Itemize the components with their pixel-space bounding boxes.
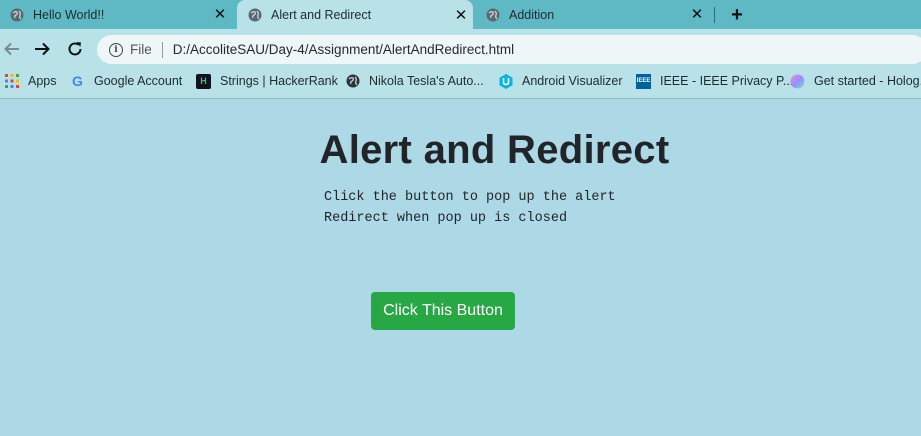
info-icon[interactable]: i <box>109 42 123 57</box>
bookmark-ieee[interactable]: IEEE IEEE - IEEE Privacy P... <box>636 68 793 94</box>
bookmark-nikola-tesla[interactable]: Nikola Tesla's Auto... <box>345 68 484 94</box>
address-separator <box>161 41 163 58</box>
tab-addition[interactable]: Addition ✕ <box>486 0 705 29</box>
bookmark-label: Get started - Holog... <box>814 74 921 88</box>
url-text: D:/AccoliteSAU/Day-4/Assignment/AlertAnd… <box>172 42 515 57</box>
bookmark-label: Apps <box>28 74 57 88</box>
globe-icon <box>10 8 24 22</box>
forward-arrow-icon <box>35 42 50 56</box>
bookmark-label: IEEE - IEEE Privacy P... <box>660 74 794 88</box>
globe-icon <box>248 8 262 22</box>
bookmark-get-started[interactable]: Get started - Holog... <box>790 68 921 94</box>
reload-button[interactable] <box>64 38 86 60</box>
bookmark-label: Nikola Tesla's Auto... <box>369 74 484 88</box>
holographic-icon <box>790 74 805 89</box>
bookmark-label: Android Visualizer <box>522 74 623 88</box>
bookmark-google-account[interactable]: G Google Account <box>70 68 182 94</box>
address-bar[interactable]: i File D:/AccoliteSAU/Day-4/Assignment/A… <box>97 35 921 64</box>
tab-strip: Hello World!! ✕ Alert and Redirect ✕ Add… <box>0 0 921 30</box>
google-icon: G <box>72 73 83 89</box>
hackerrank-icon: H <box>196 73 211 89</box>
back-arrow-icon <box>4 42 19 56</box>
close-tab-icon[interactable]: ✕ <box>689 7 705 23</box>
udacity-icon <box>498 73 513 89</box>
instruction-line: Click the button to pop up the alert <box>324 190 616 205</box>
tab-divider <box>714 7 715 23</box>
bookmark-android-visualizer[interactable]: Android Visualizer <box>498 68 623 94</box>
tab-hello-world[interactable]: Hello World!! ✕ <box>10 0 228 29</box>
tab-title: Alert and Redirect <box>271 8 372 22</box>
click-this-button[interactable]: Click This Button <box>371 292 515 330</box>
globe-icon <box>345 74 360 89</box>
close-tab-icon[interactable]: ✕ <box>453 7 469 23</box>
bookmark-hackerrank[interactable]: H Strings | HackerRank <box>196 68 338 94</box>
ieee-icon: IEEE <box>636 73 651 89</box>
globe-icon <box>486 8 500 22</box>
page-title: Alert and Redirect <box>319 128 670 172</box>
bookmarks-bar: Apps G Google Account H Strings | Hacker… <box>0 68 921 99</box>
apps-grid-icon <box>4 74 19 89</box>
close-tab-icon[interactable]: ✕ <box>212 7 228 23</box>
bookmark-apps[interactable]: Apps <box>4 68 57 94</box>
new-tab-button[interactable]: + <box>726 4 748 26</box>
forward-button[interactable] <box>31 38 53 60</box>
reload-icon <box>68 42 82 56</box>
tab-title: Hello World!! <box>33 7 105 22</box>
instruction-line: Redirect when pop up is closed <box>324 211 568 226</box>
back-button[interactable] <box>1 38 23 60</box>
bookmark-label: Strings | HackerRank <box>220 74 338 88</box>
tab-title: Addition <box>509 7 555 22</box>
tab-alert-and-redirect[interactable]: Alert and Redirect ✕ <box>237 0 473 30</box>
scheme-label: File <box>130 42 152 57</box>
bookmark-label: Google Account <box>94 74 183 88</box>
